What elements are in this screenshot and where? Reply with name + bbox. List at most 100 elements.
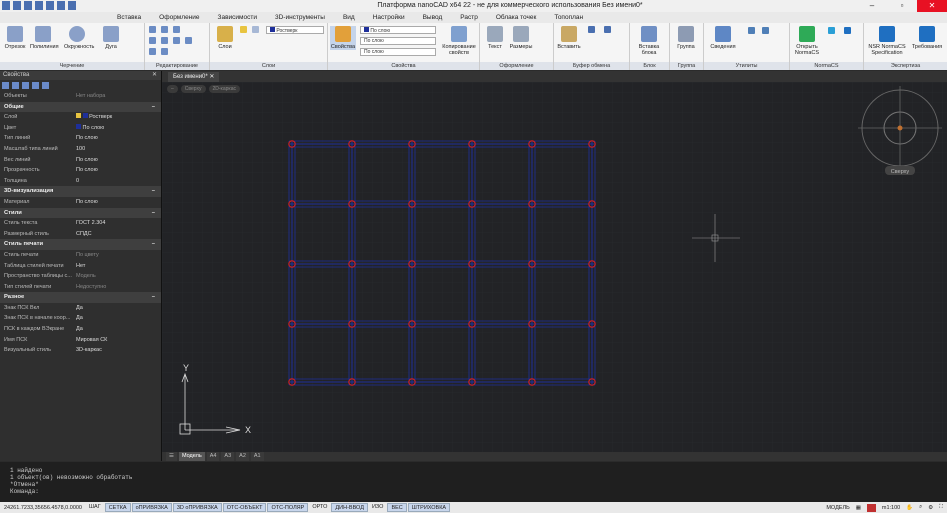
- array-icon[interactable]: [173, 37, 180, 44]
- selection-row[interactable]: Объекты Нет набора: [0, 91, 161, 102]
- prop-row[interactable]: Имя ПСК Мировая СК: [0, 335, 161, 346]
- menu-3d-tools[interactable]: 3D-инструменты: [266, 12, 334, 23]
- lightbulb-icon[interactable]: [240, 26, 247, 33]
- menu-settings[interactable]: Настройки: [364, 12, 414, 23]
- trim-icon[interactable]: [185, 37, 192, 44]
- menu-constraints[interactable]: Зависимости: [209, 12, 266, 23]
- section-plot-style[interactable]: Стиль печати –: [0, 239, 161, 250]
- color-combo[interactable]: По слою: [360, 26, 436, 34]
- tab-a1[interactable]: A1: [250, 452, 264, 461]
- toggle-hatch[interactable]: ШТРИХОВКА: [407, 503, 451, 512]
- info-button[interactable]: Сведения: [708, 26, 738, 50]
- menu-insert[interactable]: Вставка: [108, 12, 150, 23]
- section-styles[interactable]: Стили –: [0, 207, 161, 219]
- toggle-3d-osnap[interactable]: 3D оПРИВЯЗКА: [172, 503, 222, 512]
- pan-icon[interactable]: ✋: [906, 505, 913, 511]
- view-top-button[interactable]: Сверху: [180, 85, 206, 93]
- quick-select-icon[interactable]: [12, 82, 19, 89]
- toggle-object-tracking[interactable]: ОТС-ОБЪЕКТ: [222, 503, 267, 512]
- toggle-ortho[interactable]: ОРТО: [309, 503, 330, 512]
- menu-raster[interactable]: Растр: [451, 12, 487, 23]
- toggle-lineweight[interactable]: ВЕС: [387, 503, 407, 512]
- prop-row[interactable]: Пространство таблицы с... Модель: [0, 271, 161, 282]
- undo-icon[interactable]: [57, 1, 65, 10]
- dimensions-button[interactable]: Размеры: [508, 26, 534, 50]
- command-prompt[interactable]: Команда:: [10, 488, 947, 495]
- prop-row[interactable]: Масштаб типа линий 100: [0, 144, 161, 155]
- tab-a2[interactable]: A2: [236, 452, 249, 461]
- settings-icon[interactable]: ⚙: [928, 505, 933, 511]
- prop-row[interactable]: Знак ПСК Вкл Да: [0, 303, 161, 314]
- move-icon[interactable]: [149, 26, 156, 33]
- layout-icon[interactable]: ▦: [856, 505, 861, 511]
- nsr-button[interactable]: NSR NormaCS Specification: [866, 26, 908, 56]
- pickadd-icon[interactable]: [22, 82, 29, 89]
- prop-row[interactable]: Слой Ростверк: [0, 112, 161, 123]
- polyline-button[interactable]: Полилиния: [30, 26, 59, 50]
- toggle-dyn-input[interactable]: ДИН-ВВОД: [331, 503, 368, 512]
- prop-row[interactable]: Визуальный стиль 3D-каркас: [0, 345, 161, 356]
- prop-row[interactable]: ПСК в каждом ВЭкране Да: [0, 324, 161, 335]
- redo-icon[interactable]: [68, 1, 76, 10]
- select-objects-icon[interactable]: [2, 82, 9, 89]
- document-tab[interactable]: Без имени0* ✕: [168, 72, 220, 82]
- minimize-button[interactable]: –: [857, 0, 887, 12]
- app-logo-icon[interactable]: [2, 1, 10, 10]
- save-icon[interactable]: [35, 1, 43, 10]
- toggle-iso[interactable]: ИЗО: [369, 503, 387, 512]
- prop-row[interactable]: Прозрачность По слою: [0, 165, 161, 176]
- mirror-icon[interactable]: [149, 37, 156, 44]
- viewport-menu-button[interactable]: –: [167, 85, 178, 93]
- tab-a3[interactable]: A3: [221, 452, 235, 461]
- scale-icon[interactable]: [161, 37, 168, 44]
- section-misc[interactable]: Разное –: [0, 292, 161, 303]
- layout-menu-icon[interactable]: ☰: [166, 452, 177, 461]
- toggle-snap[interactable]: ШАГ: [86, 503, 104, 512]
- line-button[interactable]: Отрезок: [2, 26, 28, 50]
- sun-icon[interactable]: [252, 26, 259, 33]
- text-button[interactable]: Текст: [482, 26, 508, 50]
- erase-icon[interactable]: [161, 48, 168, 55]
- normacs-doc-icon[interactable]: [844, 27, 851, 34]
- close-icon[interactable]: ✕: [209, 74, 214, 80]
- model-space-label[interactable]: МОДЕЛЬ: [826, 505, 849, 511]
- visual-style-button[interactable]: 2D-каркас: [208, 85, 240, 93]
- menu-view[interactable]: Вид: [334, 12, 364, 23]
- normacs-search-icon[interactable]: [828, 27, 835, 34]
- help-icon[interactable]: [42, 82, 49, 89]
- close-icon[interactable]: ✕: [152, 71, 157, 80]
- toggle-osnap[interactable]: оПРИВЯЗКА: [131, 503, 172, 512]
- prop-row[interactable]: Стиль текста ГОСТ 2.304: [0, 218, 161, 229]
- copy-clip-icon[interactable]: [604, 26, 611, 33]
- linetype-combo[interactable]: По слою: [360, 37, 436, 45]
- measure-icon[interactable]: [748, 27, 755, 34]
- prop-row[interactable]: Тип линий По слою: [0, 133, 161, 144]
- layer-combo[interactable]: Ростверк: [266, 26, 324, 34]
- section-3d-visualization[interactable]: 3D-визуализация –: [0, 186, 161, 197]
- close-button[interactable]: ✕: [917, 0, 947, 12]
- layers-button[interactable]: Слои: [212, 26, 238, 50]
- annotation-scale[interactable]: m1:100: [882, 505, 900, 511]
- circle-button[interactable]: Окружность: [64, 26, 94, 50]
- copy-icon[interactable]: [161, 26, 168, 33]
- zoom-icon[interactable]: ⌕: [919, 504, 922, 511]
- prop-row[interactable]: Таблица стилей печати Нет: [0, 261, 161, 272]
- properties-button[interactable]: Свойства: [330, 26, 356, 50]
- menu-point-clouds[interactable]: Облака точек: [487, 12, 546, 23]
- lineweight-combo[interactable]: По слою: [360, 48, 436, 56]
- copy-properties-button[interactable]: Копирование свойств: [440, 26, 478, 56]
- arc-button[interactable]: Дуга: [98, 26, 124, 50]
- rotate-icon[interactable]: [173, 26, 180, 33]
- group-button[interactable]: Группа: [672, 26, 700, 50]
- new-file-icon[interactable]: [13, 1, 21, 10]
- paste-button[interactable]: Вставить: [556, 26, 582, 50]
- prop-row[interactable]: Материал По слою: [0, 197, 161, 208]
- toggle-polar[interactable]: ОТС-ПОЛЯР: [267, 503, 309, 512]
- prop-row[interactable]: Вес линий По слою: [0, 155, 161, 166]
- fullscreen-icon[interactable]: ⛶: [939, 504, 943, 511]
- prop-row[interactable]: Толщина 0: [0, 176, 161, 187]
- maximize-button[interactable]: ▫: [887, 0, 917, 12]
- toggle-grid[interactable]: СЕТКА: [104, 503, 131, 512]
- prop-row[interactable]: Размерный стиль СПДС: [0, 229, 161, 240]
- menu-design[interactable]: Оформление: [150, 12, 208, 23]
